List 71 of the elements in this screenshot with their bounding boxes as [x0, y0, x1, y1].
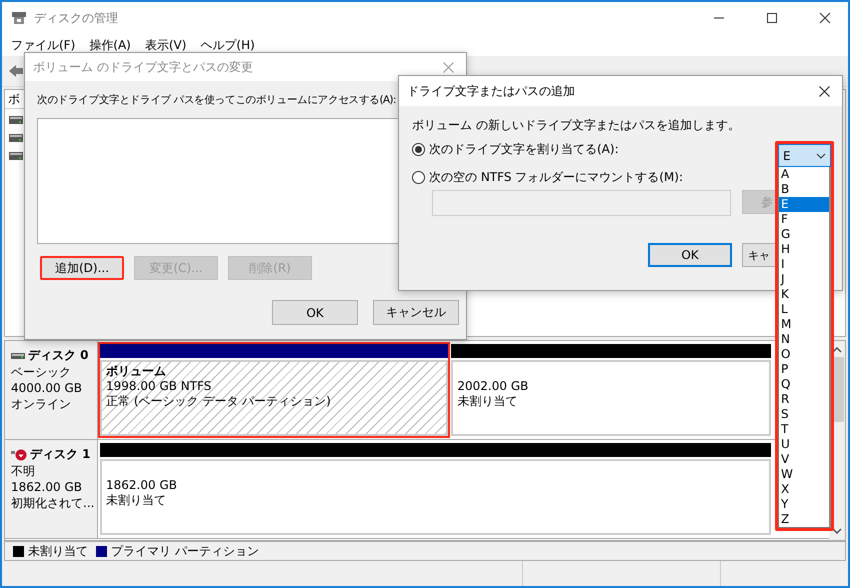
- dropdown-option[interactable]: Q: [779, 377, 829, 392]
- disk-name: ディスク 1: [30, 446, 91, 463]
- drive-icon: [9, 152, 23, 160]
- menu-item[interactable]: ファイル(F): [11, 36, 76, 54]
- legend-label: 未割り当て: [28, 542, 88, 560]
- scroll-down-icon[interactable]: [832, 528, 842, 534]
- drive-icon: [9, 134, 23, 142]
- partition-size: 2002.00 GB: [457, 379, 528, 394]
- scroll-up-icon[interactable]: [832, 347, 842, 353]
- dropdown-option[interactable]: U: [779, 437, 829, 452]
- menu-item[interactable]: 表示(V): [144, 36, 186, 54]
- dropdown-option[interactable]: E: [779, 197, 829, 212]
- dropdown-option[interactable]: P: [779, 362, 829, 377]
- partition-status: 未割り当て: [457, 394, 518, 409]
- disk-type: 不明: [11, 464, 36, 479]
- disk-size: 4000.00 GB: [11, 381, 83, 396]
- partition-size: 1998.00 GB NTFS: [106, 379, 212, 394]
- dropdown-option[interactable]: Y: [779, 497, 829, 512]
- maximize-icon[interactable]: [766, 12, 778, 24]
- dropdown-option[interactable]: K: [779, 287, 829, 302]
- dropdown-option[interactable]: N: [779, 332, 829, 347]
- dropdown-option[interactable]: A: [779, 167, 829, 182]
- disk-drive-icon: [11, 352, 25, 358]
- partition-name: ボリューム: [106, 364, 166, 379]
- dropdown-option[interactable]: M: [779, 317, 829, 332]
- disk-name: ディスク 0: [28, 347, 89, 364]
- legend-label: プライマリ パーティション: [111, 542, 259, 560]
- chevron-down-icon: [816, 152, 826, 158]
- dropdown-option[interactable]: O: [779, 347, 829, 362]
- partition-status: 未割り当て: [106, 493, 166, 508]
- disk-type: ベーシック: [11, 365, 72, 380]
- dialog-button[interactable]: キャンセル: [373, 300, 459, 325]
- radio-label[interactable]: 次のドライブ文字を割り当てる(A):: [429, 140, 619, 158]
- dropdown-option[interactable]: J: [779, 272, 829, 287]
- menu-item[interactable]: 操作(A): [89, 36, 131, 54]
- dropdown-option[interactable]: R: [779, 392, 829, 407]
- drive-icon: [9, 116, 23, 124]
- radio-button[interactable]: [412, 142, 425, 156]
- dropdown-option[interactable]: T: [779, 422, 829, 437]
- dialog-title: ボリューム のドライブ文字とパスの変更: [33, 58, 253, 76]
- dropdown-option[interactable]: X: [779, 482, 829, 497]
- close-icon[interactable]: [819, 12, 831, 24]
- radio-button[interactable]: [412, 170, 425, 184]
- dropdown-option[interactable]: H: [779, 242, 829, 257]
- dropdown-option[interactable]: V: [779, 452, 829, 467]
- dropdown-option[interactable]: G: [779, 227, 829, 242]
- dropdown-option[interactable]: S: [779, 407, 829, 422]
- close-icon[interactable]: [819, 86, 830, 96]
- dialog-description: ボリューム の新しいドライブ文字またはパスを追加します。: [412, 117, 741, 134]
- partition-status: 正常 (ベーシック データ パーティション): [106, 394, 331, 409]
- dialog-button[interactable]: 追加(D)...: [40, 256, 124, 280]
- radio-label[interactable]: 次の空の NTFS フォルダーにマウントする(M):: [429, 168, 684, 186]
- disk-size: 1862.00 GB: [11, 480, 83, 495]
- disk-status: オンライン: [11, 397, 72, 412]
- disk-status: 初期化されて...: [11, 496, 96, 511]
- dialog-title: ドライブ文字またはパスの追加: [407, 82, 575, 100]
- window-title: ディスクの管理: [34, 10, 118, 26]
- dropdown-option[interactable]: I: [779, 257, 829, 272]
- drive-letter-dropdown[interactable]: E: [778, 144, 831, 167]
- disk-error-icon: [11, 448, 27, 460]
- dropdown-option[interactable]: L: [779, 302, 829, 317]
- disk-drive-icon: [11, 11, 27, 25]
- menu-item[interactable]: ヘルプ(H): [200, 36, 255, 54]
- dropdown-option[interactable]: F: [779, 212, 829, 227]
- dialog-button[interactable]: OK: [648, 243, 732, 267]
- dropdown-option[interactable]: W: [779, 467, 829, 482]
- dropdown-option[interactable]: Z: [779, 512, 829, 527]
- back-arrow-icon[interactable]: [8, 63, 24, 79]
- partition-size: 1862.00 GB: [106, 478, 177, 493]
- dialog-button[interactable]: OK: [272, 300, 358, 325]
- field-label: 次のドライブ文字とドライブ パスを使ってこのボリュームにアクセスする(A):: [37, 93, 396, 108]
